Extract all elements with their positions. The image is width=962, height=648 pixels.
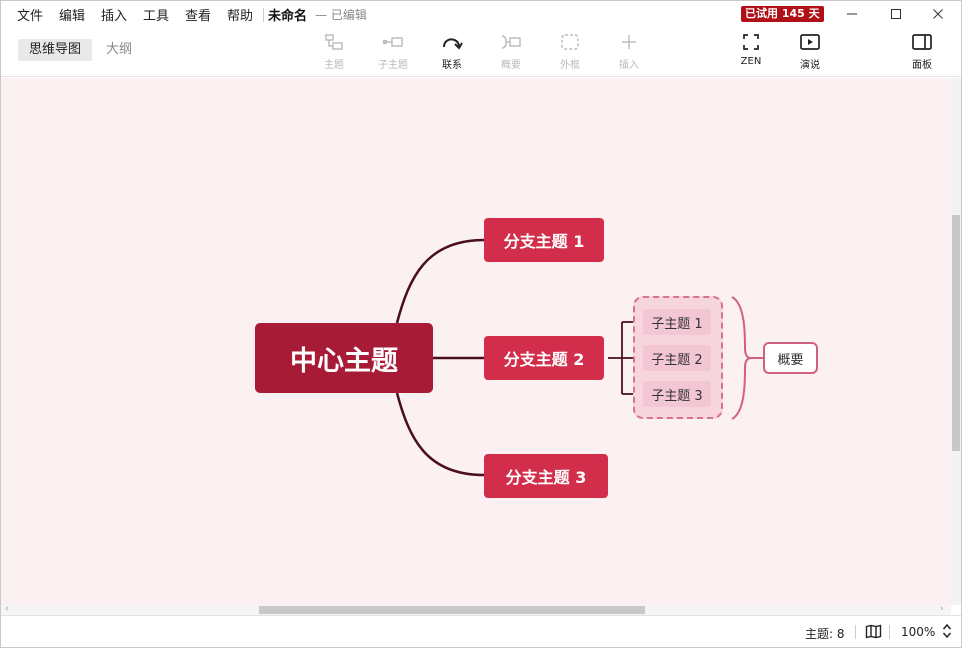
central-topic[interactable]: 中心主题 <box>255 323 433 393</box>
subtopic-2[interactable]: 子主题 2 <box>643 345 711 371</box>
menu-edit[interactable]: 编辑 <box>59 5 85 24</box>
vertical-scroll-thumb[interactable] <box>952 215 960 451</box>
topic-icon <box>325 34 343 50</box>
menu-divider <box>263 8 264 22</box>
scroll-left-icon[interactable]: ‹ <box>5 604 9 614</box>
present-label: 演说 <box>800 60 820 71</box>
menu-bar: 文件 编辑 插入 工具 查看 帮助 未命名 — 已编辑 已试用 145 天 <box>1 1 961 27</box>
menu-insert[interactable]: 插入 <box>101 5 127 24</box>
panel-button[interactable]: 面板 <box>897 32 947 71</box>
topic-label: 主题 <box>324 60 344 71</box>
fullscreen-icon <box>743 34 759 50</box>
relationship-button[interactable]: 联系 <box>427 32 477 71</box>
summary-topic[interactable]: 概要 <box>763 342 818 374</box>
boundary-icon <box>561 34 579 50</box>
branch-topic-2[interactable]: 分支主题 2 <box>484 336 604 380</box>
horizontal-scrollbar[interactable]: ‹ › <box>1 604 951 615</box>
menu-help[interactable]: 帮助 <box>227 5 253 24</box>
menu-tools[interactable]: 工具 <box>143 5 169 24</box>
maximize-button[interactable] <box>873 1 919 27</box>
subtopic-icon <box>383 37 403 47</box>
map-button[interactable] <box>865 624 882 643</box>
menu-view[interactable]: 查看 <box>185 5 211 24</box>
maximize-icon <box>891 9 901 19</box>
present-button[interactable]: 演说 <box>785 32 835 71</box>
summary-button[interactable]: 概要 <box>486 32 536 71</box>
mindmap-canvas[interactable]: 中心主题 分支主题 1 分支主题 2 分支主题 3 子主题 1 子主题 2 子主… <box>1 78 951 605</box>
tab-mindmap[interactable]: 思维导图 <box>18 39 93 61</box>
play-icon <box>800 34 820 50</box>
status-divider <box>889 625 890 639</box>
book-icon <box>865 624 882 639</box>
zoom-stepper[interactable] <box>942 622 952 644</box>
summary-label: 概要 <box>501 60 521 71</box>
panel-label: 面板 <box>912 60 932 71</box>
status-bar: 主题: 8 100% <box>1 615 961 647</box>
summary-brace <box>731 296 752 420</box>
summary-icon <box>501 35 521 49</box>
zen-button[interactable]: ZEN <box>726 32 776 67</box>
document-title: 未命名 <box>268 9 308 24</box>
toolbar: 思维导图 大纲 主题 子主题 联系 概要 外框 插入 ZEN 演说 面板 <box>1 27 961 77</box>
chevron-up-down-icon <box>942 623 952 639</box>
panel-icon <box>912 34 932 50</box>
plus-icon <box>622 35 636 49</box>
boundary-button[interactable]: 外框 <box>545 32 595 71</box>
vertical-scrollbar[interactable] <box>951 78 961 605</box>
topic-count: 主题: 8 <box>805 627 845 641</box>
insert-label: 插入 <box>619 60 639 71</box>
close-icon <box>933 9 943 19</box>
zen-label: ZEN <box>740 56 762 67</box>
horizontal-scroll-thumb[interactable] <box>259 606 645 614</box>
insert-button[interactable]: 插入 <box>604 32 654 71</box>
connector-branch-1 <box>395 238 485 324</box>
menu-file[interactable]: 文件 <box>17 5 43 24</box>
subtopic-label: 子主题 <box>378 60 408 71</box>
branch-topic-3[interactable]: 分支主题 3 <box>484 454 608 498</box>
boundary-label: 外框 <box>560 60 580 71</box>
status-divider <box>855 625 856 639</box>
subtopic-1[interactable]: 子主题 1 <box>643 309 711 335</box>
topic-button[interactable]: 主题 <box>309 32 359 71</box>
minimize-button[interactable] <box>829 1 875 27</box>
minimize-icon <box>847 13 857 15</box>
branch-topic-1[interactable]: 分支主题 1 <box>484 218 604 262</box>
relationship-icon <box>443 38 463 50</box>
subtopic-button[interactable]: 子主题 <box>368 32 418 71</box>
scroll-right-icon[interactable]: › <box>940 604 944 614</box>
tab-outline[interactable]: 大纲 <box>95 39 143 61</box>
trial-badge[interactable]: 已试用 145 天 <box>741 6 824 22</box>
zoom-level[interactable]: 100% <box>901 625 935 639</box>
subtopic-3[interactable]: 子主题 3 <box>643 381 711 407</box>
connector-branch-3 <box>395 392 485 477</box>
document-status: — 已编辑 <box>315 8 367 22</box>
relationship-label: 联系 <box>442 60 462 71</box>
close-button[interactable] <box>915 1 961 27</box>
